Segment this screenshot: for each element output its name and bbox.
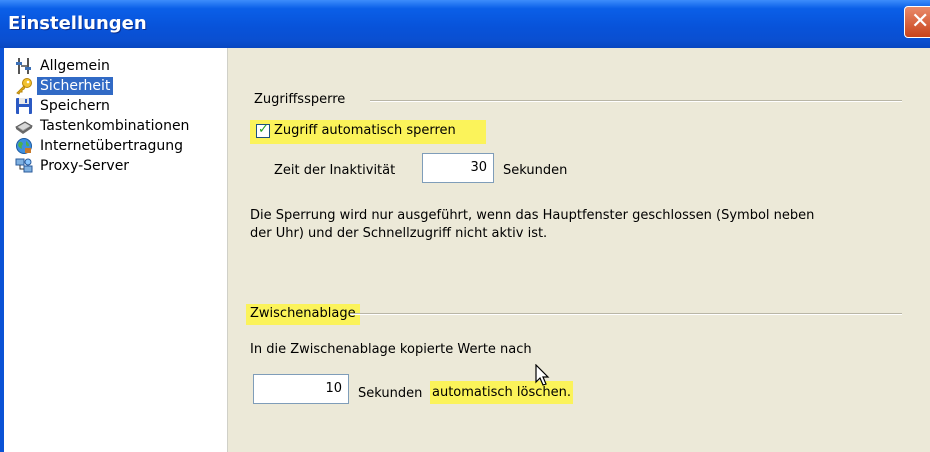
lock-note: Die Sperrung wird nur ausgeführt, wenn d…: [250, 207, 814, 243]
lock-note-line: Die Sperrung wird nur ausgeführt, wenn d…: [250, 208, 815, 223]
lock-group-divider: [370, 100, 902, 102]
inactivity-label: Zeit der Inaktivität: [274, 163, 396, 178]
lock-group-title: Zugriffssperre: [254, 92, 346, 107]
sidebar-item-internetuebertragung[interactable]: Internetübertragung: [14, 136, 186, 156]
sidebar-item-tastenkombinationen[interactable]: Tastenkombinationen: [14, 116, 192, 136]
sidebar-item-proxy-server[interactable]: Proxy-Server: [14, 156, 132, 176]
sidebar-item-label: Allgemein: [40, 58, 110, 74]
sidebar-item-label: Tastenkombinationen: [40, 118, 190, 134]
mouse-cursor-icon: [535, 363, 551, 392]
inactivity-seconds-input[interactable]: 30: [422, 153, 494, 183]
sidebar: Allgemein Sicherheit Speichern Tastenkom…: [4, 48, 228, 452]
auto-lock-label[interactable]: Zugriff automatisch sperren: [274, 123, 456, 138]
sidebar-item-sicherheit[interactable]: Sicherheit: [14, 76, 114, 96]
settings-window: Einstellungen ✕ Allgemein Sicherheit Spe…: [0, 0, 930, 452]
sidebar-item-allgemein[interactable]: Allgemein: [14, 56, 113, 76]
clipboard-description: In die Zwischenablage kopierte Werte nac…: [250, 342, 532, 357]
auto-lock-checkbox[interactable]: ✓: [256, 122, 270, 138]
close-icon: ✕: [911, 9, 930, 34]
sidebar-item-label: Internetübertragung: [40, 138, 184, 154]
network-icon: [14, 157, 34, 175]
title-bar[interactable]: Einstellungen ✕: [0, 0, 930, 48]
clipboard-group-divider: [350, 313, 902, 315]
key-icon: [14, 77, 34, 95]
sidebar-item-label: Proxy-Server: [40, 158, 130, 174]
sidebar-item-label: Speichern: [40, 98, 110, 114]
clipboard-group-title: Zwischenablage: [246, 304, 360, 325]
globe-icon: [14, 137, 34, 155]
window-title: Einstellungen: [8, 13, 147, 34]
close-button[interactable]: ✕: [904, 6, 930, 38]
floppy-disk-icon: [14, 97, 34, 115]
inactivity-unit: Sekunden: [503, 163, 568, 178]
sidebar-item-speichern[interactable]: Speichern: [14, 96, 113, 116]
clipboard-auto-delete-text: automatisch löschen.: [430, 381, 573, 404]
settings-sliders-icon: [14, 57, 34, 75]
checkmark-icon: ✓: [258, 122, 269, 137]
keyboard-icon: [14, 117, 34, 135]
clipboard-seconds-input[interactable]: 10: [253, 374, 349, 404]
lock-note-line: der Uhr) und der Schnellzugriff nicht ak…: [250, 226, 548, 241]
sidebar-item-label: Sicherheit: [37, 77, 114, 95]
clipboard-unit: Sekunden: [358, 386, 423, 401]
